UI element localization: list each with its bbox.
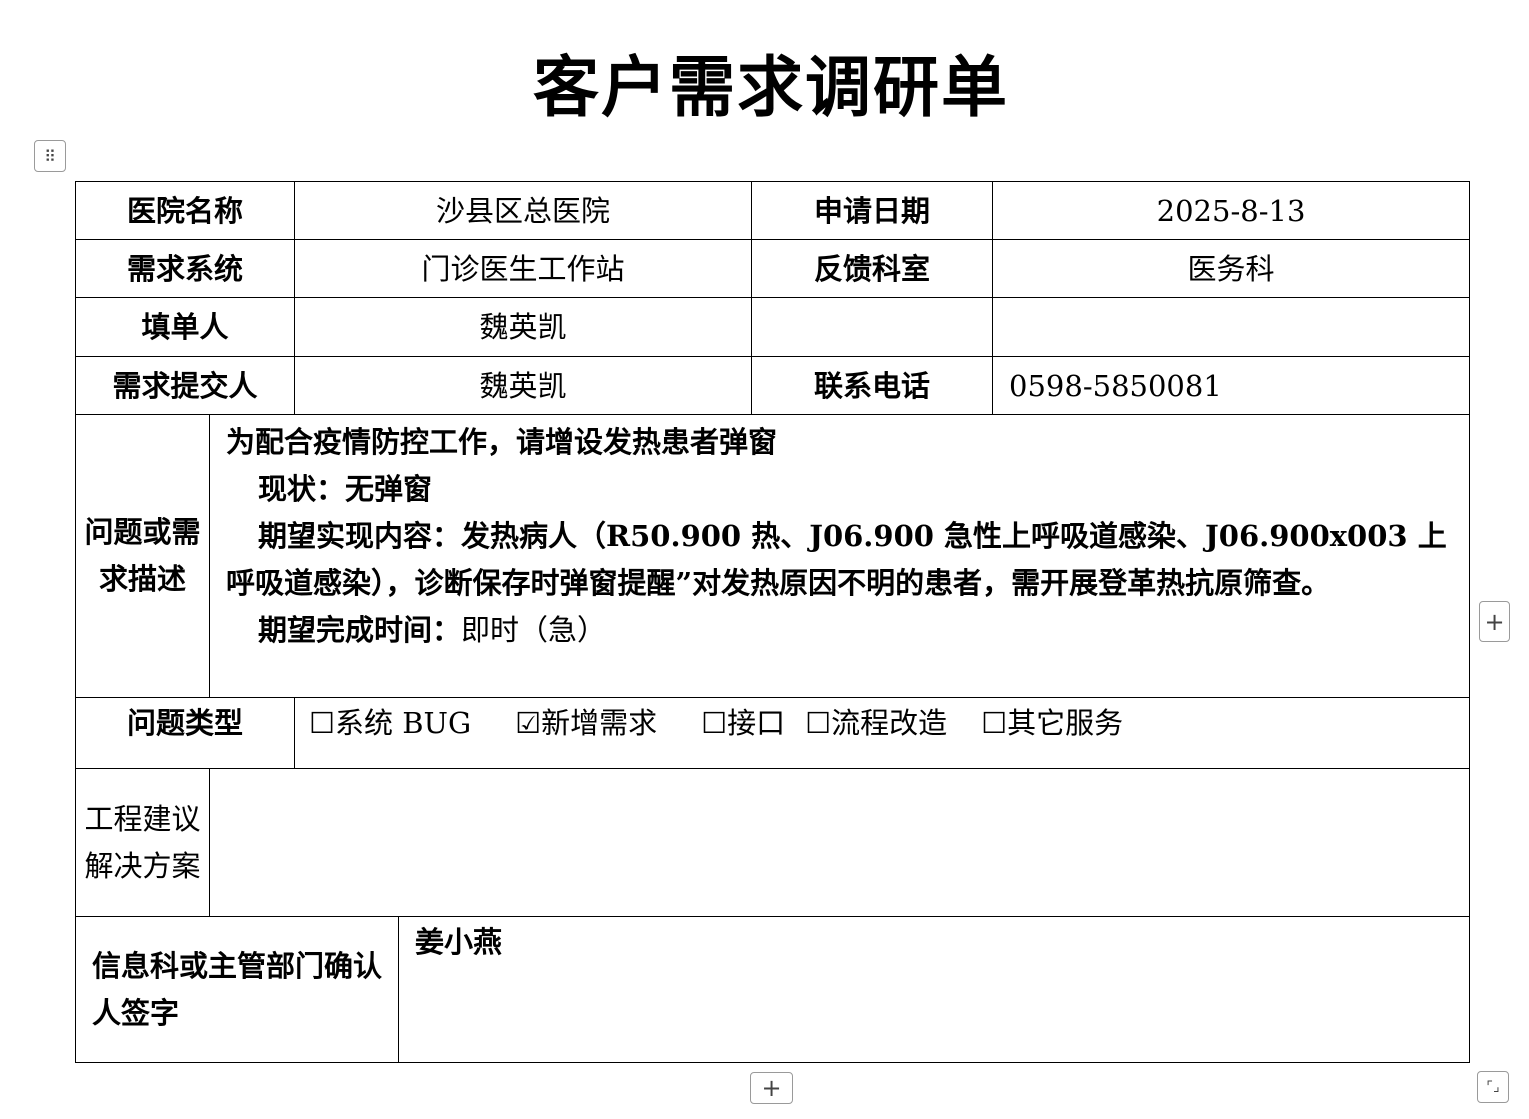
problem-description-label: 问题或需求描述 — [75, 414, 210, 698]
problem-line-current-state: 现状：无弹窗 — [258, 472, 433, 506]
add-column-button[interactable]: + — [1479, 601, 1510, 642]
confirm-signature-label: 信息科或主管部门确认人签字 — [74, 916, 400, 1063]
code-r50: R50.900 — [606, 519, 742, 553]
code-j06x003: J06.900x003 — [1205, 519, 1408, 553]
problem-line-deadline: 期望完成时间：即时（急） — [226, 607, 1455, 654]
solution-value[interactable] — [208, 768, 1471, 917]
empty-value-cell[interactable] — [992, 297, 1471, 357]
add-row-button[interactable]: + — [750, 1072, 793, 1104]
expected-a: 期望实现内容：发热病人（ — [258, 519, 607, 553]
problem-line-1: 为配合疫情防控工作，请增设发热患者弹窗 — [226, 425, 778, 459]
type-option-process[interactable]: ☐流程改造 — [805, 700, 947, 746]
empty-label-cell[interactable] — [751, 297, 994, 357]
code-j06: J06.900 — [809, 519, 934, 553]
problem-description-value[interactable]: 为配合疫情防控工作，请增设发热患者弹窗 现状：无弹窗 期望实现内容：发热病人（R… — [208, 414, 1471, 698]
expected-e: 急性上呼吸道感染、 — [933, 519, 1206, 553]
system-label: 需求系统 — [74, 239, 296, 298]
document-title: 客户需求调研单 — [533, 48, 1009, 126]
solution-label: 工程建议解决方案 — [75, 768, 210, 917]
hospital-name-value[interactable]: 沙县区总医院 — [294, 181, 753, 240]
confirm-signature-value[interactable]: 姜小燕 — [398, 916, 1471, 1063]
type-option-other[interactable]: ☐其它服务 — [981, 700, 1123, 746]
filler-value[interactable]: 魏英凯 — [294, 297, 753, 357]
submitter-value[interactable]: 魏英凯 — [294, 356, 753, 415]
phone-value[interactable]: 0598-5850081 — [992, 356, 1471, 415]
type-option-new-requirement[interactable]: ☑新增需求 — [515, 700, 657, 746]
type-option-interface[interactable]: ☐接口 — [701, 700, 785, 746]
problem-type-options: ☐系统 BUG ☑新增需求 ☐接口 ☐流程改造 ☐其它服务 — [294, 697, 1471, 769]
feedback-dept-value[interactable]: 医务科 — [992, 239, 1471, 298]
hospital-name-label: 医院名称 — [74, 181, 296, 240]
apply-date-value[interactable]: 2025-8-13 — [992, 181, 1471, 240]
deadline-value: 即时（急） — [461, 613, 607, 647]
request-form-table: 医院名称 沙县区总医院 申请日期 2025-8-13 需求系统 门诊医生工作站 … — [74, 181, 1471, 1063]
apply-date-label: 申请日期 — [751, 181, 994, 240]
problem-type-label: 问题类型 — [74, 697, 296, 769]
phone-label: 联系电话 — [751, 356, 994, 415]
problem-line-expected-content: 期望实现内容：发热病人（R50.900 热、J06.900 急性上呼吸道感染、J… — [226, 513, 1455, 607]
filler-label: 填单人 — [74, 297, 296, 357]
system-value[interactable]: 门诊医生工作站 — [294, 239, 753, 298]
feedback-dept-label: 反馈科室 — [751, 239, 994, 298]
deadline-label: 期望完成时间： — [258, 613, 462, 647]
submitter-label: 需求提交人 — [74, 356, 296, 415]
type-option-bug[interactable]: ☐系统 BUG — [309, 700, 471, 746]
table-drag-handle-icon[interactable]: ⠿ — [34, 140, 66, 172]
table-resize-handle-icon[interactable]: ⌜⌟ — [1477, 1071, 1509, 1103]
expected-c: 热、 — [741, 519, 810, 553]
